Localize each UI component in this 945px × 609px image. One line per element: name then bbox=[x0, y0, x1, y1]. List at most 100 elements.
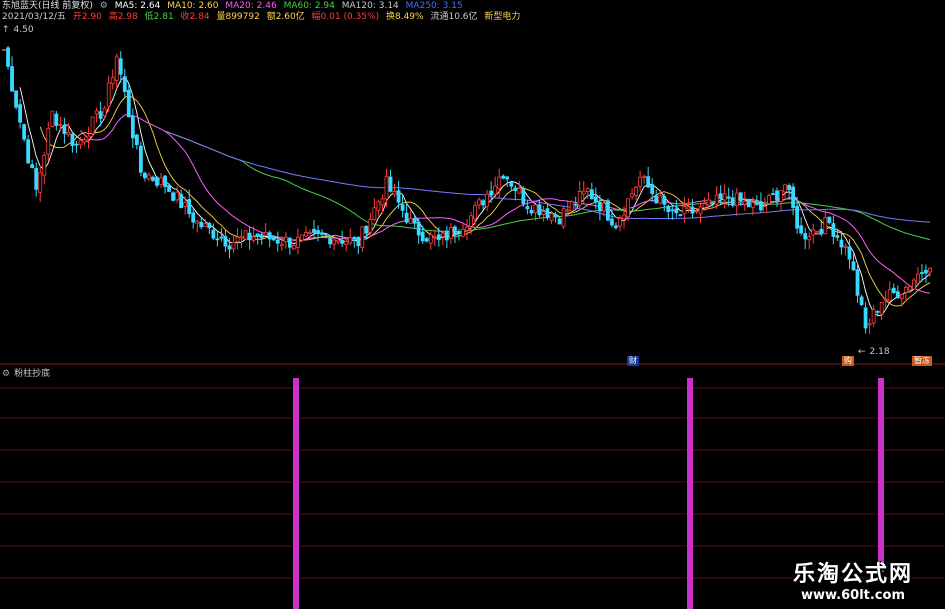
candle-body bbox=[231, 242, 236, 250]
candle-body bbox=[10, 66, 14, 92]
candle-body bbox=[203, 223, 208, 227]
candle-body bbox=[477, 199, 481, 206]
candle-body bbox=[924, 269, 928, 274]
indicator-settings-icon[interactable]: ⚙ bbox=[2, 369, 10, 379]
event-tag-cai[interactable]: 财 bbox=[627, 356, 639, 366]
candle-body bbox=[875, 310, 880, 313]
candle-body bbox=[606, 200, 610, 221]
candle-body bbox=[626, 198, 630, 218]
candle-body bbox=[738, 192, 743, 202]
candle-body bbox=[871, 309, 876, 324]
lower-panel-header: ⚙ 粉柱抄底 bbox=[2, 369, 54, 380]
event-tag-gou[interactable]: 购 bbox=[842, 356, 854, 366]
candle-body bbox=[428, 234, 433, 244]
candle-body bbox=[151, 176, 155, 181]
ma60-line bbox=[164, 130, 931, 241]
candle-body bbox=[497, 176, 502, 189]
float-cap-label: 流通10.6亿 bbox=[430, 12, 478, 22]
candle-body bbox=[533, 204, 538, 214]
candle-body bbox=[521, 189, 526, 205]
low-label: 低2.81 bbox=[144, 12, 174, 22]
candle-body bbox=[239, 236, 244, 239]
candle-body bbox=[404, 212, 409, 223]
candle-body bbox=[618, 217, 622, 227]
candle-body bbox=[18, 104, 23, 123]
settings-icon[interactable]: ⚙ bbox=[100, 1, 108, 11]
candle-body bbox=[565, 209, 570, 212]
candle-body bbox=[750, 202, 755, 208]
watermark: 乐淘公式网 www.60lt.com bbox=[793, 556, 913, 603]
candle-body bbox=[803, 233, 808, 240]
candle-body bbox=[167, 184, 171, 192]
candle-body bbox=[102, 107, 107, 117]
candle-body bbox=[461, 228, 465, 237]
candle-body bbox=[783, 184, 787, 193]
candle-body bbox=[690, 206, 695, 214]
candle-body bbox=[22, 124, 27, 140]
candle-body bbox=[312, 228, 316, 233]
candle-body bbox=[356, 236, 361, 247]
candle-body bbox=[163, 175, 167, 187]
amount-label: 额2.60亿 bbox=[266, 12, 305, 22]
candle-body bbox=[211, 229, 216, 239]
candle-body bbox=[296, 236, 300, 248]
candle-body bbox=[702, 203, 707, 208]
kline-chart[interactable] bbox=[0, 0, 945, 609]
low-price-marker: ← 2.18 bbox=[858, 347, 890, 357]
candle-body bbox=[122, 76, 127, 93]
close-label: 收2.84 bbox=[180, 12, 210, 22]
candle-body bbox=[207, 222, 212, 229]
candle-body bbox=[159, 177, 163, 185]
candle-body bbox=[26, 139, 31, 164]
candle-body bbox=[863, 307, 868, 329]
ma60-label: MA60: 2.94 bbox=[283, 1, 335, 11]
candle-body bbox=[324, 233, 328, 236]
candle-body bbox=[287, 237, 292, 248]
candle-body bbox=[118, 58, 123, 75]
candle-body bbox=[851, 261, 856, 271]
candle-body bbox=[907, 286, 912, 291]
sector-label[interactable]: 新型电力 bbox=[484, 12, 520, 22]
candle-body bbox=[509, 181, 514, 187]
candle-body bbox=[78, 140, 83, 146]
candle-body bbox=[666, 205, 671, 213]
candle-body bbox=[698, 206, 703, 215]
candle-body bbox=[899, 294, 904, 299]
candle-body bbox=[279, 243, 284, 247]
watermark-url: www.60lt.com bbox=[800, 588, 905, 603]
candle-body bbox=[799, 225, 804, 234]
candle-body bbox=[46, 128, 51, 155]
candle-body bbox=[883, 298, 888, 301]
stock-name[interactable]: 东旭蓝天(日线 前复权) bbox=[2, 1, 93, 11]
candle-body bbox=[581, 190, 586, 195]
candle-body bbox=[718, 193, 723, 200]
candle-body bbox=[275, 239, 280, 244]
candle-body bbox=[243, 230, 248, 240]
candle-body bbox=[147, 174, 151, 180]
candle-body bbox=[6, 47, 10, 67]
candle-body bbox=[384, 176, 389, 200]
candle-body bbox=[537, 204, 542, 216]
signal-bar bbox=[687, 378, 693, 609]
candle-body bbox=[291, 245, 296, 250]
candle-body bbox=[86, 135, 91, 140]
candle-body bbox=[916, 273, 920, 284]
candle-body bbox=[94, 110, 99, 115]
candle-body bbox=[638, 176, 643, 187]
candle-body bbox=[714, 194, 719, 205]
candle-body bbox=[730, 197, 735, 206]
candle-body bbox=[408, 217, 413, 224]
candle-body bbox=[561, 208, 566, 227]
event-tag-shen[interactable]: 暂冻 bbox=[912, 356, 932, 366]
candle-body bbox=[622, 214, 626, 220]
candle-body bbox=[658, 195, 663, 204]
candle-body bbox=[372, 207, 377, 220]
turnover-label: 换8.49% bbox=[386, 12, 424, 22]
candle-body bbox=[332, 239, 337, 245]
lower-panel-title[interactable]: 粉柱抄底 bbox=[14, 369, 50, 379]
candle-body bbox=[642, 176, 647, 179]
candle-body bbox=[517, 187, 522, 194]
candle-body bbox=[134, 134, 139, 146]
candle-body bbox=[58, 123, 63, 126]
candle-body bbox=[682, 206, 687, 215]
